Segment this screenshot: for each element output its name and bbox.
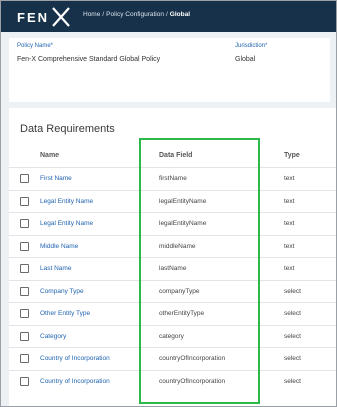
table-row[interactable]: Country of Incorporation countryOfIncorpo…	[9, 369, 336, 393]
app-window: FEN Home / Policy Configuration / Global…	[0, 0, 337, 407]
table-row[interactable]: Legal Entity Name legalEntityName text	[9, 189, 336, 213]
breadcrumb-current: Global	[169, 11, 191, 18]
policy-name-label: Policy Name*	[17, 43, 54, 49]
requirement-name-link[interactable]: Country of Incorporation	[40, 378, 110, 385]
data-field-cell: lastName	[159, 265, 187, 272]
top-bar: FEN Home / Policy Configuration / Global	[1, 1, 336, 32]
type-cell: select	[284, 355, 301, 362]
type-cell: select	[284, 377, 301, 385]
data-requirements-title: Data Requirements	[20, 123, 115, 135]
column-header-data-field[interactable]: Data Field	[159, 152, 192, 159]
table-row[interactable]: Middle Name middleName text	[9, 234, 336, 258]
type-cell: select	[284, 332, 301, 340]
row-checkbox[interactable]	[20, 286, 29, 296]
table-row[interactable]: First Name firstName text	[9, 167, 336, 190]
table-row[interactable]: Last Name lastName text	[9, 257, 336, 280]
data-field-cell: firstName	[159, 175, 187, 182]
table-row[interactable]: Country of Incorporation countryOfIncorpo…	[9, 347, 336, 370]
data-field-cell: legalEntityName	[159, 197, 207, 205]
column-header-type[interactable]: Type	[284, 152, 300, 159]
data-field-cell: category	[159, 332, 184, 340]
jurisdiction-value: Global	[235, 56, 256, 63]
policy-name-value: Fen-X Comprehensive Standard Global Poli…	[17, 56, 161, 63]
type-cell: select	[284, 310, 301, 317]
jurisdiction-label: Jurisdiction*	[235, 43, 268, 49]
requirement-name-link[interactable]: Legal Entity Name	[40, 198, 93, 205]
breadcrumb: Home / Policy Configuration / Global	[83, 11, 190, 18]
logo-text: FEN	[17, 9, 49, 25]
row-checkbox[interactable]	[20, 354, 29, 363]
row-checkbox[interactable]	[20, 174, 29, 183]
row-checkbox[interactable]	[20, 241, 29, 251]
row-checkbox[interactable]	[20, 309, 29, 318]
requirement-name-link[interactable]: Legal Entity Name	[40, 220, 93, 227]
policy-details-panel: Policy Name* Fen-X Comprehensive Standar…	[9, 38, 330, 102]
column-header-name[interactable]: Name	[40, 152, 59, 159]
requirement-name-link[interactable]: Other Entity Type	[40, 310, 90, 317]
requirement-name-link[interactable]: Company Type	[40, 288, 84, 295]
type-cell: text	[284, 265, 295, 272]
requirement-name-link[interactable]: Country of Incorporation	[40, 355, 110, 362]
type-cell: select	[284, 287, 301, 295]
type-cell: text	[284, 175, 295, 182]
data-field-cell: countryOfIncorporation	[159, 355, 226, 362]
row-checkbox[interactable]	[20, 376, 29, 386]
breadcrumb-separator: /	[165, 11, 168, 18]
breadcrumb-home[interactable]: Home	[83, 11, 100, 18]
type-cell: text	[284, 220, 295, 227]
requirement-name-link[interactable]: Category	[40, 333, 66, 340]
breadcrumb-separator: /	[102, 11, 105, 18]
row-checkbox[interactable]	[20, 196, 29, 206]
data-requirements-panel: Data Requirements Name Data Field Type F…	[9, 108, 336, 406]
data-field-cell: companyType	[159, 287, 200, 295]
requirement-name-link[interactable]: Middle Name	[40, 243, 78, 250]
breadcrumb-policy-configuration[interactable]: Policy Configuration	[106, 11, 164, 18]
type-cell: text	[284, 197, 295, 205]
table-row[interactable]: Legal Entity Name legalEntityName text	[9, 212, 336, 235]
data-field-cell: otherEntityType	[159, 310, 205, 317]
fenx-logo[interactable]: FEN	[17, 7, 71, 27]
requirement-name-link[interactable]: Last Name	[40, 265, 71, 272]
row-checkbox[interactable]	[20, 219, 29, 228]
type-cell: text	[284, 242, 295, 250]
data-field-cell: legalEntityName	[159, 220, 207, 227]
requirement-name-link[interactable]: First Name	[40, 175, 72, 182]
table-row[interactable]: Other Entity Type otherEntityType select	[9, 302, 336, 325]
data-field-cell: middleName	[159, 242, 196, 250]
table-row[interactable]: Company Type companyType select	[9, 279, 336, 303]
row-checkbox[interactable]	[20, 331, 29, 341]
data-field-cell: countryOfIncorporation	[159, 377, 226, 385]
row-checkbox[interactable]	[20, 264, 29, 273]
logo-x-icon	[52, 7, 70, 27]
table-row[interactable]: Category category select	[9, 324, 336, 348]
